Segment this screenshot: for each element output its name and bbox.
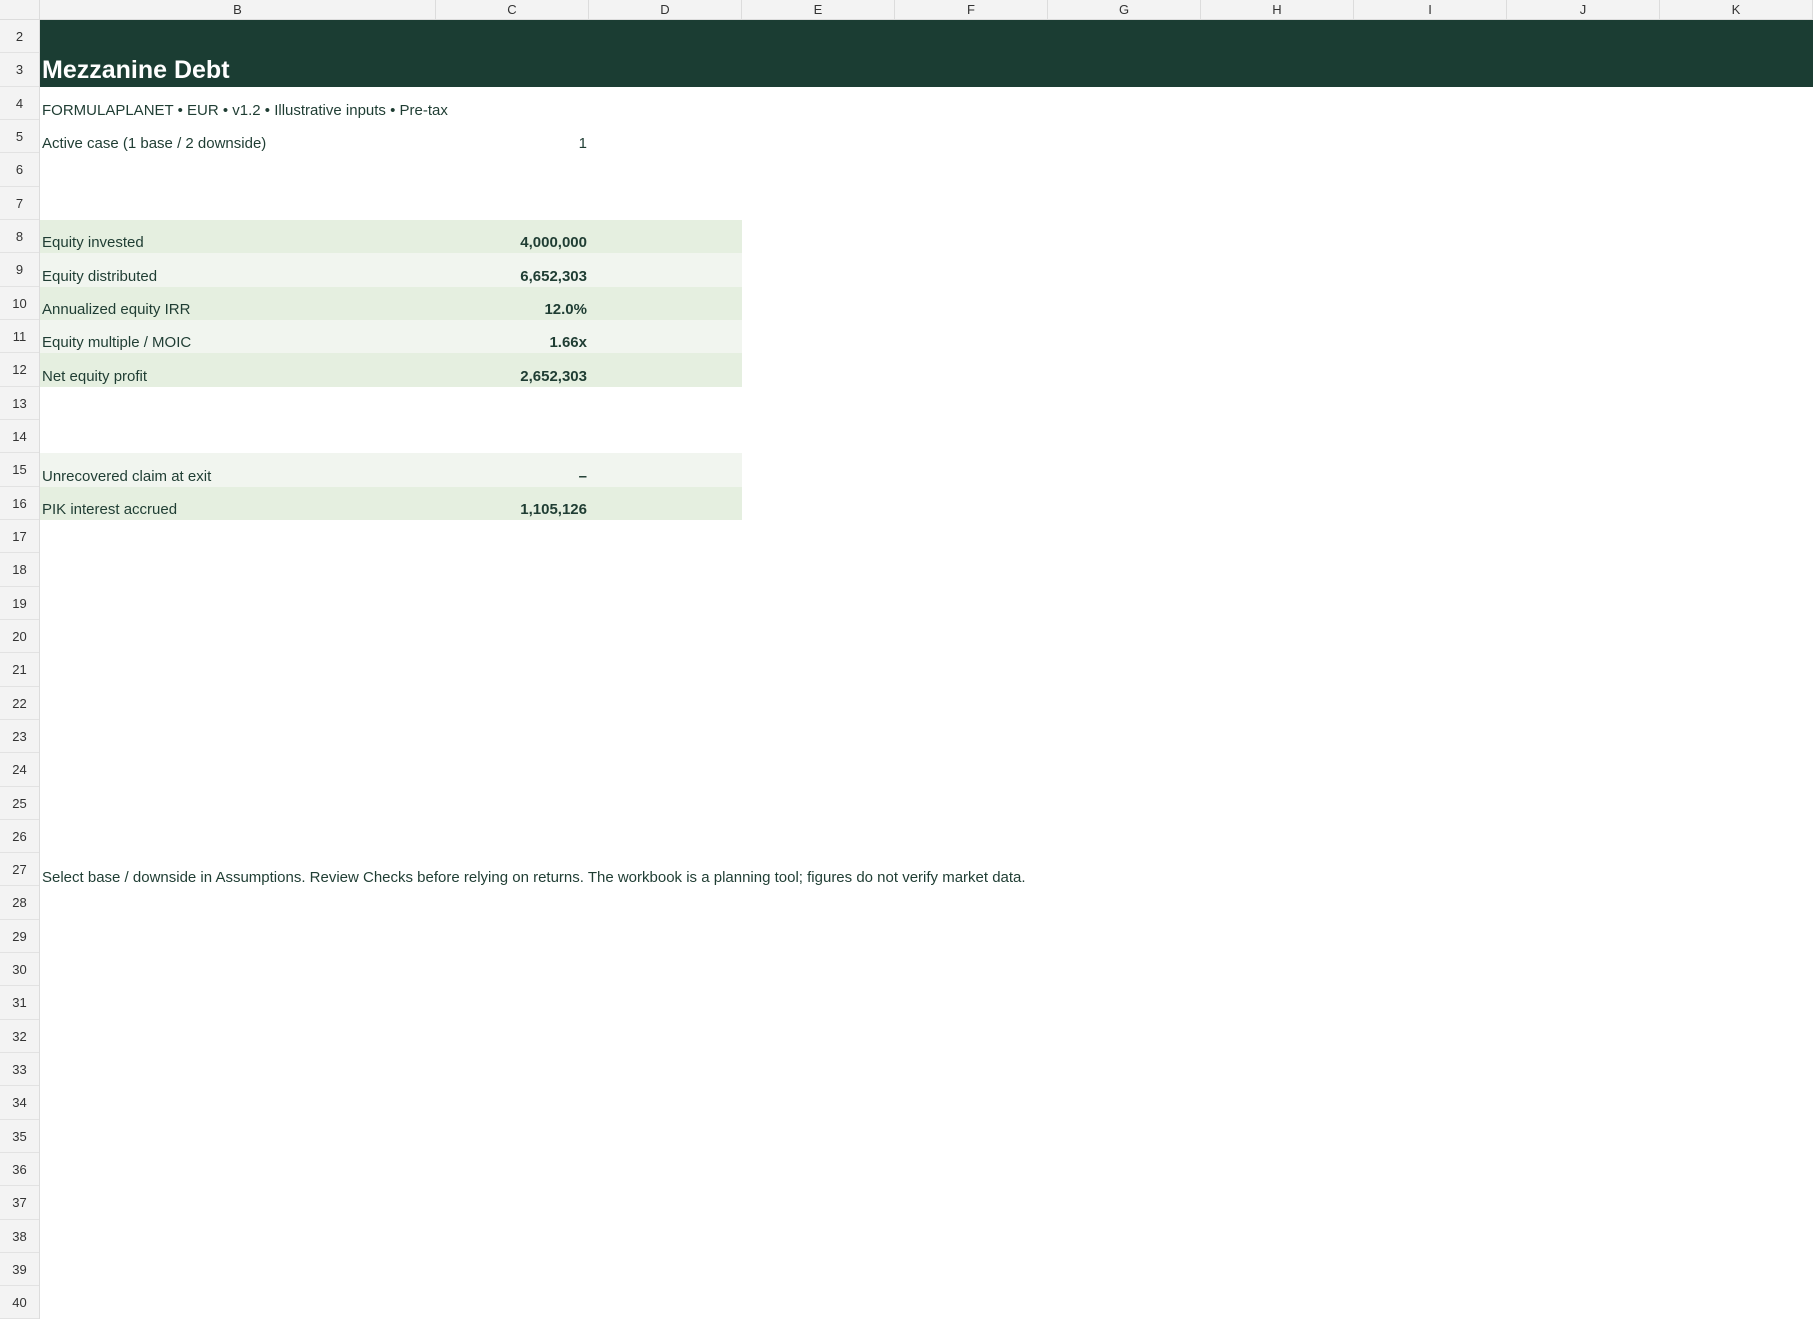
sheet-grid: Mezzanine Debt FORMULAPLANET • EUR • v1.… — [40, 20, 1813, 1320]
row-header-cell[interactable]: 18 — [0, 553, 39, 587]
row-header-cell[interactable]: 17 — [0, 520, 39, 553]
column-header-h[interactable]: H — [1201, 0, 1354, 19]
title-band — [40, 20, 1813, 87]
claim-label: Unrecovered claim at exit — [42, 468, 212, 485]
claim-label: PIK interest accrued — [42, 501, 178, 518]
row-header-cell[interactable]: 11 — [0, 320, 39, 353]
kpi-value[interactable]: 6,652,303 — [440, 268, 587, 285]
row-header-cell[interactable]: 38 — [0, 1220, 39, 1253]
column-header-i[interactable]: I — [1354, 0, 1507, 19]
kpi-row: Equity multiple / MOIC 1.66x — [40, 320, 742, 353]
row-header-cell[interactable]: 14 — [0, 420, 39, 453]
kpi-row: Equity distributed 6,652,303 — [40, 253, 742, 287]
row-header-cell[interactable]: 25 — [0, 787, 39, 820]
column-header-f[interactable]: F — [895, 0, 1048, 19]
column-header-g[interactable]: G — [1048, 0, 1201, 19]
column-header-e[interactable]: E — [742, 0, 895, 19]
kpi-row: Annualized equity IRR 12.0% — [40, 287, 742, 320]
row-header-cell[interactable]: 24 — [0, 753, 39, 787]
row-header-cell[interactable]: 36 — [0, 1153, 39, 1186]
row-header-cell[interactable]: 39 — [0, 1253, 39, 1286]
row-header-cell[interactable]: 16 — [0, 487, 39, 520]
column-header-j[interactable]: J — [1507, 0, 1660, 19]
row-header-cell[interactable]: 21 — [0, 653, 39, 687]
column-header-c[interactable]: C — [436, 0, 589, 19]
row-header-cell[interactable]: 4 — [0, 87, 39, 120]
row-header-cell[interactable]: 7 — [0, 187, 39, 220]
select-all-corner[interactable] — [0, 0, 40, 20]
row-header-bar: 2 3 4 5 6 7 8 9 10 11 12 13 14 15 16 17 18 19 20 21 22 23 24 25… — [0, 20, 40, 1319]
kpi-label: Equity multiple / MOIC — [42, 334, 192, 351]
kpi-row: Net equity profit 2,652,303 — [40, 353, 742, 387]
kpi-label: Net equity profit — [42, 368, 148, 385]
row-header-cell[interactable]: 15 — [0, 453, 39, 487]
kpi-value[interactable]: 1.66x — [440, 334, 587, 351]
kpi-value[interactable]: 4,000,000 — [440, 234, 587, 251]
active-case-value[interactable]: 1 — [440, 135, 587, 152]
row-header-cell[interactable]: 26 — [0, 820, 39, 853]
row-header-cell[interactable]: 23 — [0, 720, 39, 753]
row-header-cell[interactable]: 30 — [0, 953, 39, 986]
kpi-label: Equity distributed — [42, 268, 158, 285]
row-header-cell[interactable]: 27 — [0, 853, 39, 886]
column-header-bar: B C D E F G H I J K — [40, 0, 1813, 20]
claim-row: Unrecovered claim at exit – — [40, 453, 742, 487]
row-header-cell[interactable]: 3 — [0, 53, 39, 87]
row-header-cell[interactable]: 9 — [0, 253, 39, 287]
column-header-k[interactable]: K — [1660, 0, 1813, 19]
row-header-cell[interactable]: 19 — [0, 587, 39, 620]
row-header-cell[interactable]: 31 — [0, 986, 39, 1020]
row-header-cell[interactable]: 35 — [0, 1120, 39, 1153]
kpi-value[interactable]: 2,652,303 — [440, 368, 587, 385]
row-header-cell[interactable]: 34 — [0, 1086, 39, 1120]
kpi-label: Annualized equity IRR — [42, 301, 191, 318]
claim-value[interactable]: – — [440, 468, 587, 485]
row-header-cell[interactable]: 33 — [0, 1053, 39, 1086]
kpi-row: Equity invested 4,000,000 — [40, 220, 742, 253]
meta-line: FORMULAPLANET • EUR • v1.2 • Illustrativ… — [42, 102, 448, 119]
claim-value[interactable]: 1,105,126 — [440, 501, 587, 518]
active-case-label: Active case (1 base / 2 downside) — [42, 135, 267, 152]
row-header-cell[interactable]: 32 — [0, 1020, 39, 1053]
claim-row: PIK interest accrued 1,105,126 — [40, 487, 742, 520]
kpi-value[interactable]: 12.0% — [440, 301, 587, 318]
row-header-cell[interactable]: 10 — [0, 287, 39, 320]
row-header-cell[interactable]: 20 — [0, 620, 39, 653]
footer-note: Select base / downside in Assumptions. R… — [42, 869, 1026, 886]
row-header-cell[interactable]: 22 — [0, 687, 39, 720]
row-header-cell[interactable]: 29 — [0, 920, 39, 953]
row-header-cell[interactable]: 2 — [0, 20, 39, 53]
kpi-label: Equity invested — [42, 234, 144, 251]
row-header-cell[interactable]: 5 — [0, 120, 39, 153]
column-header-d[interactable]: D — [589, 0, 742, 19]
column-header-b[interactable]: B — [40, 0, 436, 19]
row-header-cell[interactable]: 8 — [0, 220, 39, 253]
row-header-cell[interactable]: 12 — [0, 353, 39, 387]
sheet-title: Mezzanine Debt — [42, 56, 230, 84]
row-header-cell[interactable]: 40 — [0, 1286, 39, 1319]
row-header-cell[interactable]: 28 — [0, 886, 39, 920]
row-header-cell[interactable]: 13 — [0, 387, 39, 420]
row-header-cell[interactable]: 37 — [0, 1186, 39, 1220]
row-header-cell[interactable]: 6 — [0, 153, 39, 187]
